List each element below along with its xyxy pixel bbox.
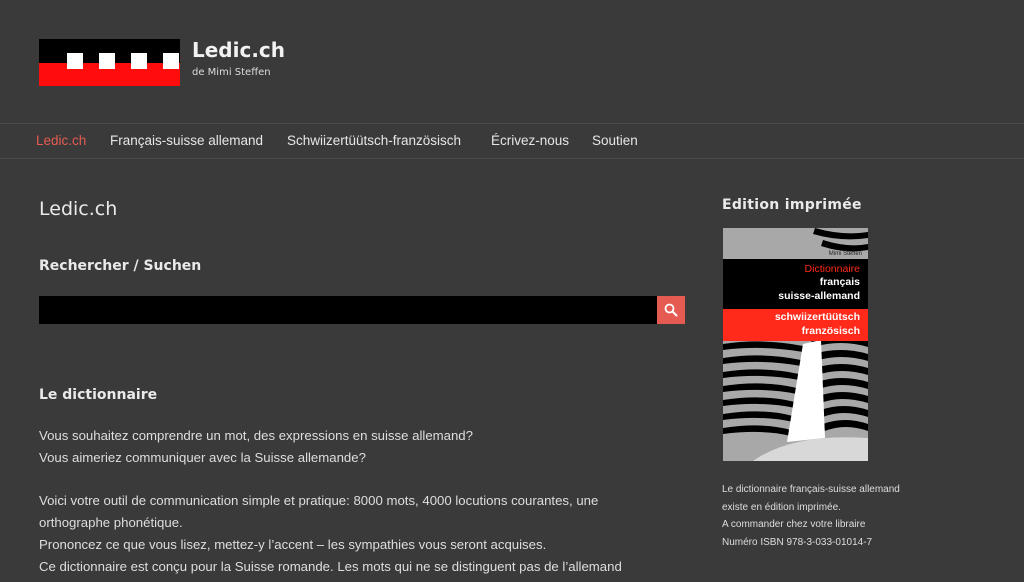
sidebar-text-line: A commander chez votre libraire [722,519,866,530]
search-label: Rechercher / Suchen [39,258,202,274]
paragraph-line: Voici votre outil de communication simpl… [39,493,599,508]
sidebar-text-line: Numéro ISBN 978-3-033-01014-7 [722,536,873,548]
book-title-line: suisse-allemand [778,290,860,302]
sidebar-text-line: existe en édition imprimée. [722,501,841,513]
nav-item-soutien[interactable]: Soutien [592,133,638,148]
logo-square [99,53,115,69]
site-title[interactable]: Ledic.ch [192,38,285,62]
paragraph-line: Prononcez ce que vous lisez, mettez-y l’… [39,537,547,552]
nav-item-ledic[interactable]: Ledic.ch [36,133,86,148]
site-header: Ledic.ch de Mimi Steffen [0,0,1024,124]
page-title: Ledic.ch [39,198,118,220]
search-button[interactable] [657,296,685,324]
paragraph-line: orthographe phonétique. [39,515,183,530]
paragraph-line: Ce dictionnaire est conçu pour la Suisse… [39,559,622,574]
search-input[interactable] [39,296,657,324]
sidebar-heading: Edition imprimée [722,197,862,213]
site-description: de Mimi Steffen [192,67,271,78]
book-cover-image[interactable]: Mimi Steffen Dictionnaire français suiss… [723,228,868,461]
logo-square [131,53,147,69]
nav-item-ecrivez-nous[interactable]: Écrivez-nous [491,133,569,148]
sidebar-text-line: Le dictionnaire français-suisse allemand [722,484,900,495]
section-heading-dictionnaire: Le dictionnaire [39,387,158,403]
book-title-line: français [819,276,860,288]
logo-square [163,53,179,69]
site-logo[interactable] [39,39,180,86]
book-title-line: schwiizertüütsch [774,311,860,323]
logo-square [67,53,83,69]
paragraph-line: Vous souhaitez comprendre un mot, des ex… [39,428,473,443]
book-author: Mimi Steffen [828,251,862,257]
nav-item-francais-suisse-allemand[interactable]: Français-suisse allemand [110,133,263,148]
main-nav: Ledic.ch Français-suisse allemand Schwii… [0,125,1024,159]
book-title-line: französisch [801,325,860,337]
search-icon [664,303,678,317]
book-title-line: Dictionnaire [804,263,860,275]
sidebar-text: Le dictionnaire français-suisse allemand… [722,481,982,551]
paragraph-line: Vous aimeriez communiquer avec la Suisse… [39,450,366,465]
nav-item-schwiizertuutsch-franzosisch[interactable]: Schwiizertüütsch-französisch [287,133,461,148]
